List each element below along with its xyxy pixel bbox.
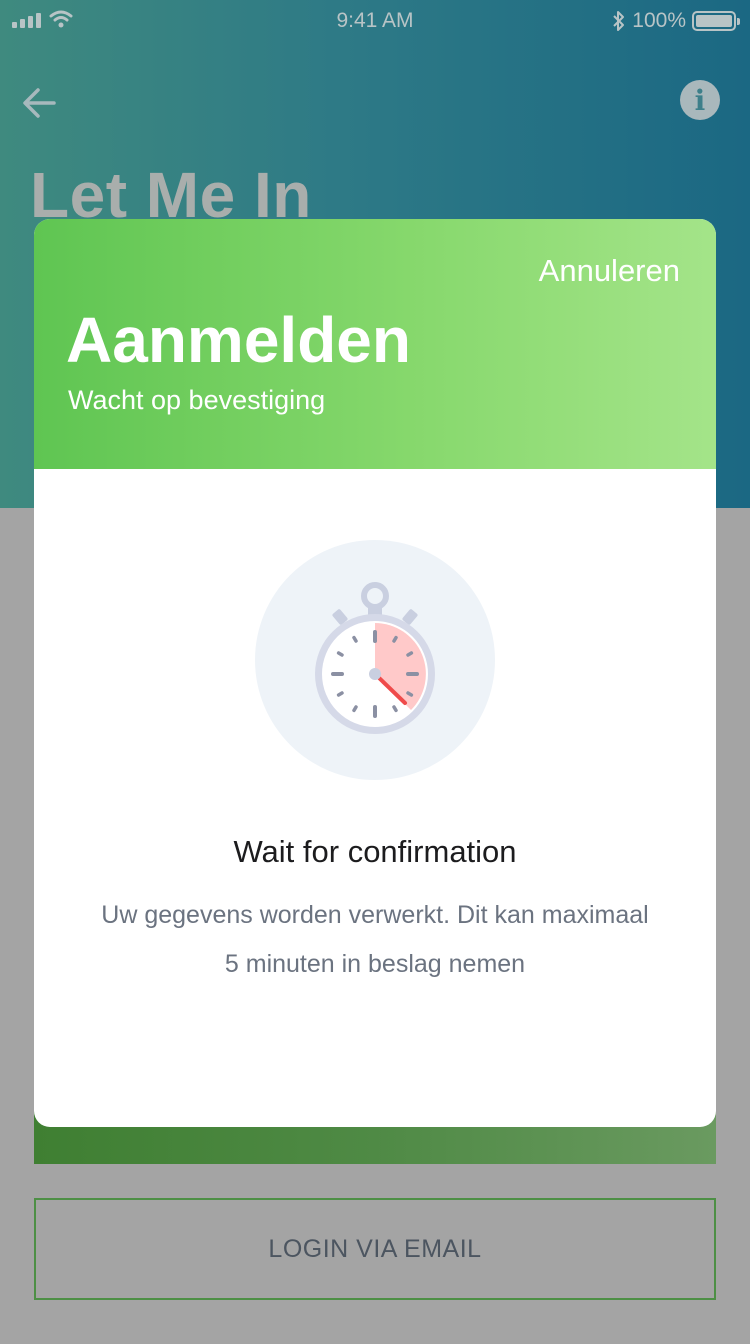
confirmation-description: Uw gegevens worden verwerkt. Dit kan max… [101,901,649,978]
modal-title: Aanmelden [66,304,411,376]
bluetooth-icon [613,11,625,31]
confirmation-heading: Wait for confirmation [233,834,517,869]
info-icon[interactable]: i [680,80,720,120]
modal-header: Annuleren Aanmelden Wacht op bevestiging [34,219,716,469]
login-modal: Annuleren Aanmelden Wacht op bevestiging [34,219,716,1127]
battery-percentage: 100% [632,9,686,32]
cancel-button[interactable]: Annuleren [539,253,680,289]
stopwatch-icon [315,582,435,734]
modal-subtitle: Wacht op bevestiging [68,385,326,415]
status-right: 100% [612,9,740,33]
status-bar: 9:41 AM 100% [0,0,750,42]
back-arrow-icon[interactable] [20,82,60,122]
login-via-email-button[interactable]: LOGIN VIA EMAIL [34,1198,716,1300]
battery-icon [692,11,740,31]
